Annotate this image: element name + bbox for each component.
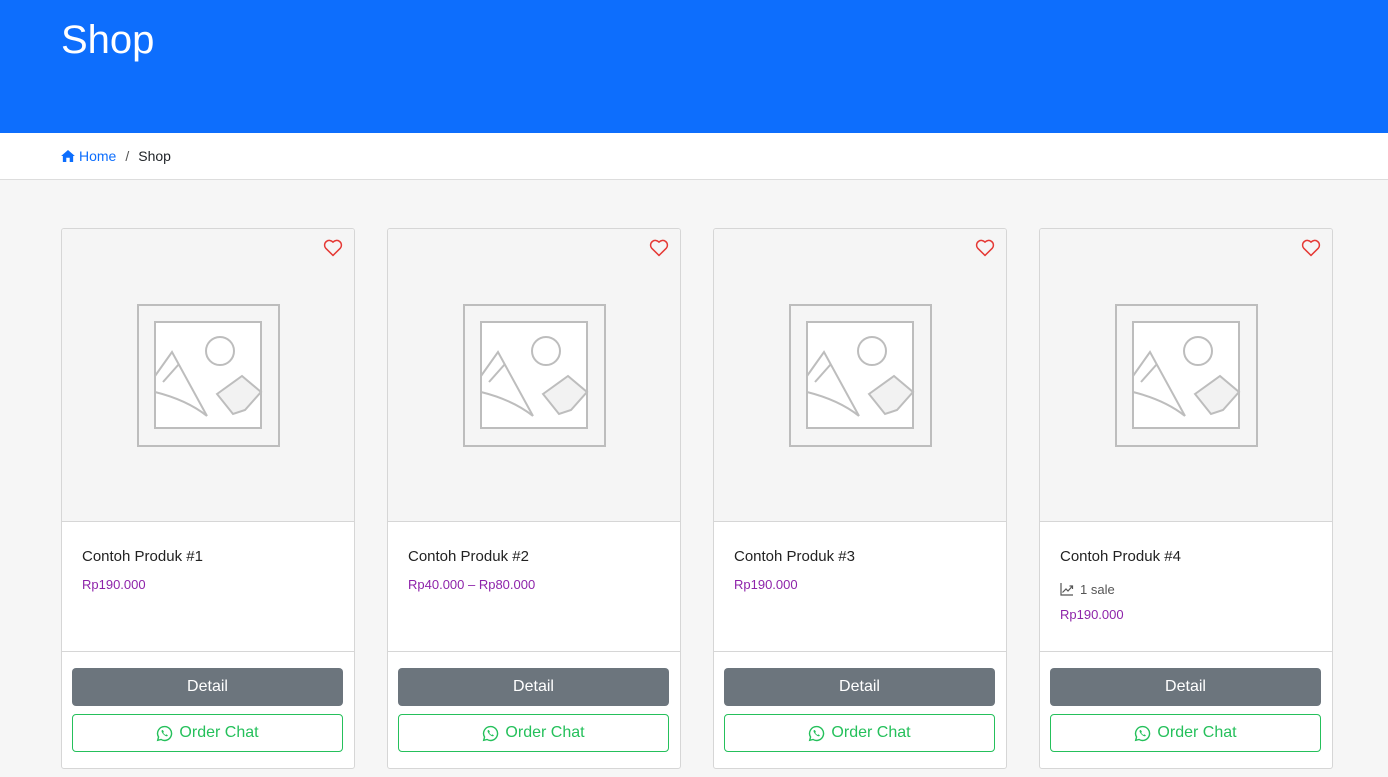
product-card: Contoh Produk #2 Rp40.000 – Rp80.000 Det… [387, 228, 681, 769]
product-info: Contoh Produk #2 Rp40.000 – Rp80.000 [408, 547, 660, 593]
whatsapp-icon [483, 725, 499, 741]
product-image[interactable] [1040, 229, 1332, 522]
trending-up-icon [1060, 583, 1074, 596]
image-placeholder-icon [789, 304, 932, 447]
whatsapp-icon [809, 725, 825, 741]
wishlist-heart-icon[interactable] [323, 238, 343, 257]
page-header: Shop [0, 0, 1388, 133]
product-actions: Detail Order Chat [714, 651, 1006, 768]
product-card: Contoh Produk #4 1 sale Rp190.000 Detail… [1039, 228, 1333, 769]
order-chat-button[interactable]: Order Chat [1050, 714, 1321, 752]
product-grid: Contoh Produk #1 Rp190.000 Detail Order … [61, 228, 1333, 777]
product-price: Rp190.000 [82, 577, 146, 592]
wishlist-heart-icon[interactable] [975, 238, 995, 257]
product-price: Rp190.000 [1060, 607, 1124, 622]
product-image[interactable] [388, 229, 680, 522]
breadcrumb-separator: / [125, 148, 130, 164]
product-image[interactable] [714, 229, 1006, 522]
order-chat-label: Order Chat [505, 724, 585, 741]
product-title[interactable]: Contoh Produk #2 [408, 547, 660, 567]
product-info: Contoh Produk #4 1 sale Rp190.000 [1060, 547, 1312, 623]
product-card: Contoh Produk #1 Rp190.000 Detail Order … [61, 228, 355, 769]
order-chat-label: Order Chat [831, 724, 911, 741]
product-price: Rp40.000 – Rp80.000 [408, 577, 536, 592]
product-title[interactable]: Contoh Produk #3 [734, 547, 986, 567]
order-chat-button[interactable]: Order Chat [398, 714, 669, 752]
order-chat-label: Order Chat [1157, 724, 1237, 741]
wishlist-heart-icon[interactable] [649, 238, 669, 257]
wishlist-heart-icon[interactable] [1301, 238, 1321, 257]
product-image[interactable] [62, 229, 354, 522]
breadcrumb-current: Shop [138, 148, 171, 164]
order-chat-label: Order Chat [179, 724, 259, 741]
detail-button[interactable]: Detail [72, 668, 343, 706]
whatsapp-icon [1135, 725, 1151, 741]
order-chat-button[interactable]: Order Chat [724, 714, 995, 752]
breadcrumb-home-label: Home [79, 148, 117, 164]
product-actions: Detail Order Chat [62, 651, 354, 768]
image-placeholder-icon [1115, 304, 1258, 447]
image-placeholder-icon [137, 304, 280, 447]
image-placeholder-icon [463, 304, 606, 447]
breadcrumb-home-link[interactable]: Home [61, 147, 116, 165]
breadcrumb-bar: Home / Shop [0, 133, 1388, 180]
product-sales-count: 1 sale [1080, 582, 1115, 597]
product-title[interactable]: Contoh Produk #1 [82, 547, 334, 567]
product-card: Contoh Produk #3 Rp190.000 Detail Order … [713, 228, 1007, 769]
detail-button[interactable]: Detail [724, 668, 995, 706]
product-actions: Detail Order Chat [1040, 651, 1332, 768]
detail-button[interactable]: Detail [1050, 668, 1321, 706]
product-sales: 1 sale [1060, 582, 1312, 597]
detail-button[interactable]: Detail [398, 668, 669, 706]
breadcrumb: Home / Shop [61, 147, 171, 165]
product-actions: Detail Order Chat [388, 651, 680, 768]
page-title: Shop [61, 18, 155, 62]
product-info: Contoh Produk #3 Rp190.000 [734, 547, 986, 593]
product-info: Contoh Produk #1 Rp190.000 [82, 547, 334, 593]
product-price: Rp190.000 [734, 577, 798, 592]
order-chat-button[interactable]: Order Chat [72, 714, 343, 752]
whatsapp-icon [157, 725, 173, 741]
product-title[interactable]: Contoh Produk #4 [1060, 547, 1312, 567]
home-icon [61, 150, 75, 162]
